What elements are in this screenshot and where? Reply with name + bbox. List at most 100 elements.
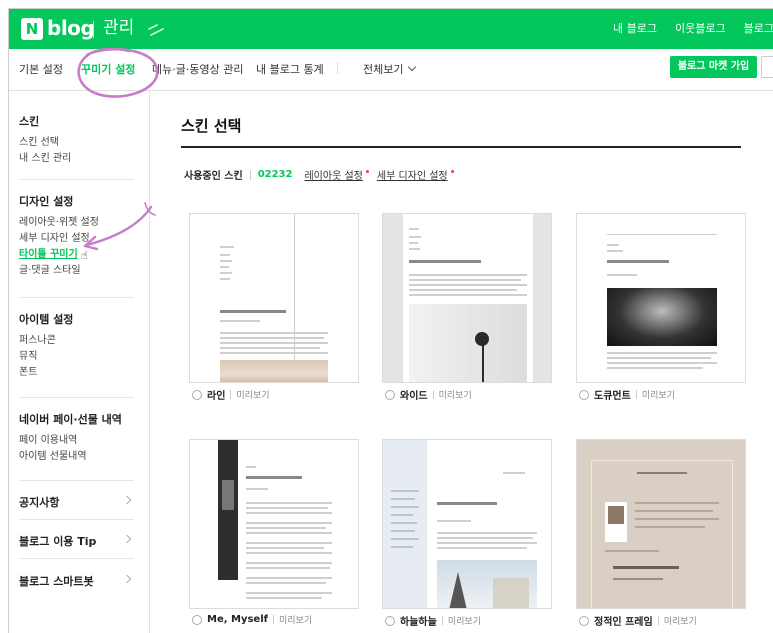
skin-name: 와이드: [400, 391, 428, 402]
tab-blog-stats[interactable]: 내 블로그 통계: [256, 61, 324, 77]
view-all-label: 전체보기: [363, 63, 404, 76]
header-divider: [93, 21, 94, 38]
caption-divider: [432, 390, 434, 399]
header-links: 내 블로그 이웃블로그 블로그: [613, 21, 773, 37]
sidebar-link-notice[interactable]: 공지사항: [19, 494, 134, 510]
current-skin-label: 사용중인 스킨: [184, 171, 243, 182]
sidebar-section-pay: 네이버 페이·선물 내역 페이 이용내역 아이템 선물내역: [19, 411, 134, 465]
info-divider: [249, 169, 251, 180]
sidebar-item-pay-history[interactable]: 페이 이용내역: [19, 433, 134, 449]
my-blog-link[interactable]: 내 블로그: [613, 21, 657, 37]
app-frame: N blog 관리 내 블로그 이웃블로그 블로그 기본 설정 꾸미기 설정 메…: [8, 8, 773, 633]
new-dot-icon: [450, 170, 454, 173]
caption-divider: [657, 616, 659, 625]
sidebar-item-layout-widget[interactable]: 레이아웃·위젯 설정: [19, 215, 134, 231]
skin-thumbnail[interactable]: [576, 213, 746, 383]
layout-settings-link[interactable]: 레이아웃 설정: [304, 167, 362, 182]
extra-button-edge[interactable]: [761, 56, 773, 78]
top-header: N blog 관리 내 블로그 이웃블로그 블로그: [9, 9, 773, 49]
skin-thumbnail[interactable]: [576, 439, 746, 609]
sidebar-section-title: 디자인 설정: [19, 195, 74, 208]
skin-caption: 도큐먼트 미리보기: [576, 387, 746, 402]
skin-name: 라인: [207, 391, 226, 402]
main-content: 스킨 선택 사용중인 스킨 02232 레이아웃 설정 세부 디자인 설정 라인…: [151, 91, 773, 633]
preview-link[interactable]: 미리보기: [448, 614, 481, 627]
preview-link[interactable]: 미리보기: [642, 388, 675, 401]
sidebar: 스킨 스킨 선택 내 스킨 관리 디자인 설정 레이아웃·위젯 설정 세부 디자…: [9, 91, 150, 633]
skin-name: 하늘하늘: [400, 617, 437, 628]
skin-card-line[interactable]: 라인 미리보기: [189, 213, 359, 402]
tips-label: 블로그 이용 Tip: [19, 535, 97, 548]
sidebar-item-personacon[interactable]: 퍼스나콘: [19, 333, 134, 349]
sidebar-section-items: 아이템 설정 퍼스나콘 뮤직 폰트: [19, 311, 134, 381]
sidebar-item-skin-select[interactable]: 스킨 선택: [19, 135, 134, 151]
sidebar-section-title: 아이템 설정: [19, 313, 74, 326]
tab-basic-settings[interactable]: 기본 설정: [19, 61, 63, 77]
sidebar-link-smartbot[interactable]: 블로그 스마트봇: [19, 573, 134, 589]
sidebar-item-music[interactable]: 뮤직: [19, 349, 134, 365]
chevron-right-icon: [122, 534, 132, 544]
tab-content-management[interactable]: 메뉴·글·동영상 관리: [152, 61, 243, 77]
skin-radio[interactable]: [579, 615, 589, 626]
blog-logo-text[interactable]: blog: [47, 17, 95, 39]
sidebar-divider: [19, 558, 134, 559]
sidebar-item-gift-history[interactable]: 아이템 선물내역: [19, 449, 134, 465]
preview-link[interactable]: 미리보기: [664, 614, 697, 627]
current-skin-info: 사용중인 스킨 02232 레이아웃 설정 세부 디자인 설정: [184, 167, 454, 182]
skin-radio[interactable]: [579, 389, 589, 400]
skin-radio[interactable]: [385, 389, 395, 400]
detail-design-link[interactable]: 세부 디자인 설정: [377, 167, 448, 182]
preview-link[interactable]: 미리보기: [439, 388, 472, 401]
sidebar-divider: [19, 397, 134, 398]
skin-caption: Me, Myself 미리보기: [189, 613, 359, 626]
notice-label: 공지사항: [19, 496, 60, 509]
skin-thumbnail[interactable]: [189, 213, 359, 383]
tab-design-settings[interactable]: 꾸미기 설정: [81, 61, 135, 77]
caption-divider: [230, 390, 232, 399]
skin-name: 도큐먼트: [594, 391, 631, 402]
sidebar-item-post-comment-style[interactable]: 글·댓글 스타일: [19, 263, 134, 279]
sidebar-divider: [19, 480, 134, 481]
skin-thumbnail[interactable]: [189, 439, 359, 609]
chevron-right-icon: [122, 574, 132, 584]
skin-radio[interactable]: [192, 614, 202, 625]
blog-home-link[interactable]: 블로그: [744, 21, 773, 37]
skin-caption: 라인 미리보기: [189, 387, 359, 402]
skin-card-static-frame[interactable]: 정적인 프레임 미리보기: [576, 439, 746, 628]
new-dot-icon: [365, 170, 369, 173]
sidebar-item-my-skins[interactable]: 내 스킨 관리: [19, 151, 134, 167]
naver-logo-icon[interactable]: N: [21, 18, 43, 40]
chevron-down-icon: [408, 62, 417, 72]
preview-link[interactable]: 미리보기: [279, 613, 312, 626]
skin-radio[interactable]: [192, 389, 202, 400]
page-title: 스킨 선택: [181, 117, 242, 135]
caption-divider: [441, 616, 443, 625]
title-divider: [181, 146, 741, 148]
blog-market-join-button[interactable]: 블로그 마켓 가입: [670, 56, 757, 78]
skin-thumbnail[interactable]: [382, 439, 552, 609]
skin-card-wide[interactable]: 와이드 미리보기: [382, 213, 552, 402]
tab-view-all[interactable]: 전체보기: [363, 61, 417, 77]
skin-card-me-myself[interactable]: Me, Myself 미리보기: [189, 439, 359, 626]
settings-tabs: 기본 설정 꾸미기 설정 메뉴·글·동영상 관리 내 블로그 통계 전체보기 블…: [9, 49, 773, 91]
caption-divider: [273, 615, 274, 624]
skin-caption: 하늘하늘 미리보기: [382, 613, 552, 628]
smartbot-label: 블로그 스마트봇: [19, 575, 94, 588]
sidebar-item-detail-design[interactable]: 세부 디자인 설정: [19, 231, 134, 247]
sidebar-item-title-decorate[interactable]: 타이틀 꾸미기: [19, 247, 134, 263]
page-section-title: 관리: [103, 18, 135, 38]
sidebar-item-font[interactable]: 폰트: [19, 365, 134, 381]
skin-card-document[interactable]: 도큐먼트 미리보기: [576, 213, 746, 402]
skin-thumbnail[interactable]: [382, 213, 552, 383]
scribble-annotation-icon: [148, 24, 164, 36]
nav-divider: [337, 62, 338, 74]
preview-link[interactable]: 미리보기: [236, 388, 269, 401]
sidebar-link-tips[interactable]: 블로그 이용 Tip: [19, 533, 134, 549]
skin-name: 정적인 프레임: [594, 617, 653, 628]
skin-caption: 정적인 프레임 미리보기: [576, 613, 746, 628]
hand-cursor-icon: ☝: [81, 249, 88, 262]
neighbor-blog-link[interactable]: 이웃블로그: [675, 21, 726, 37]
skin-card-haneul[interactable]: 하늘하늘 미리보기: [382, 439, 552, 628]
skin-radio[interactable]: [385, 615, 395, 626]
sidebar-divider: [19, 519, 134, 520]
